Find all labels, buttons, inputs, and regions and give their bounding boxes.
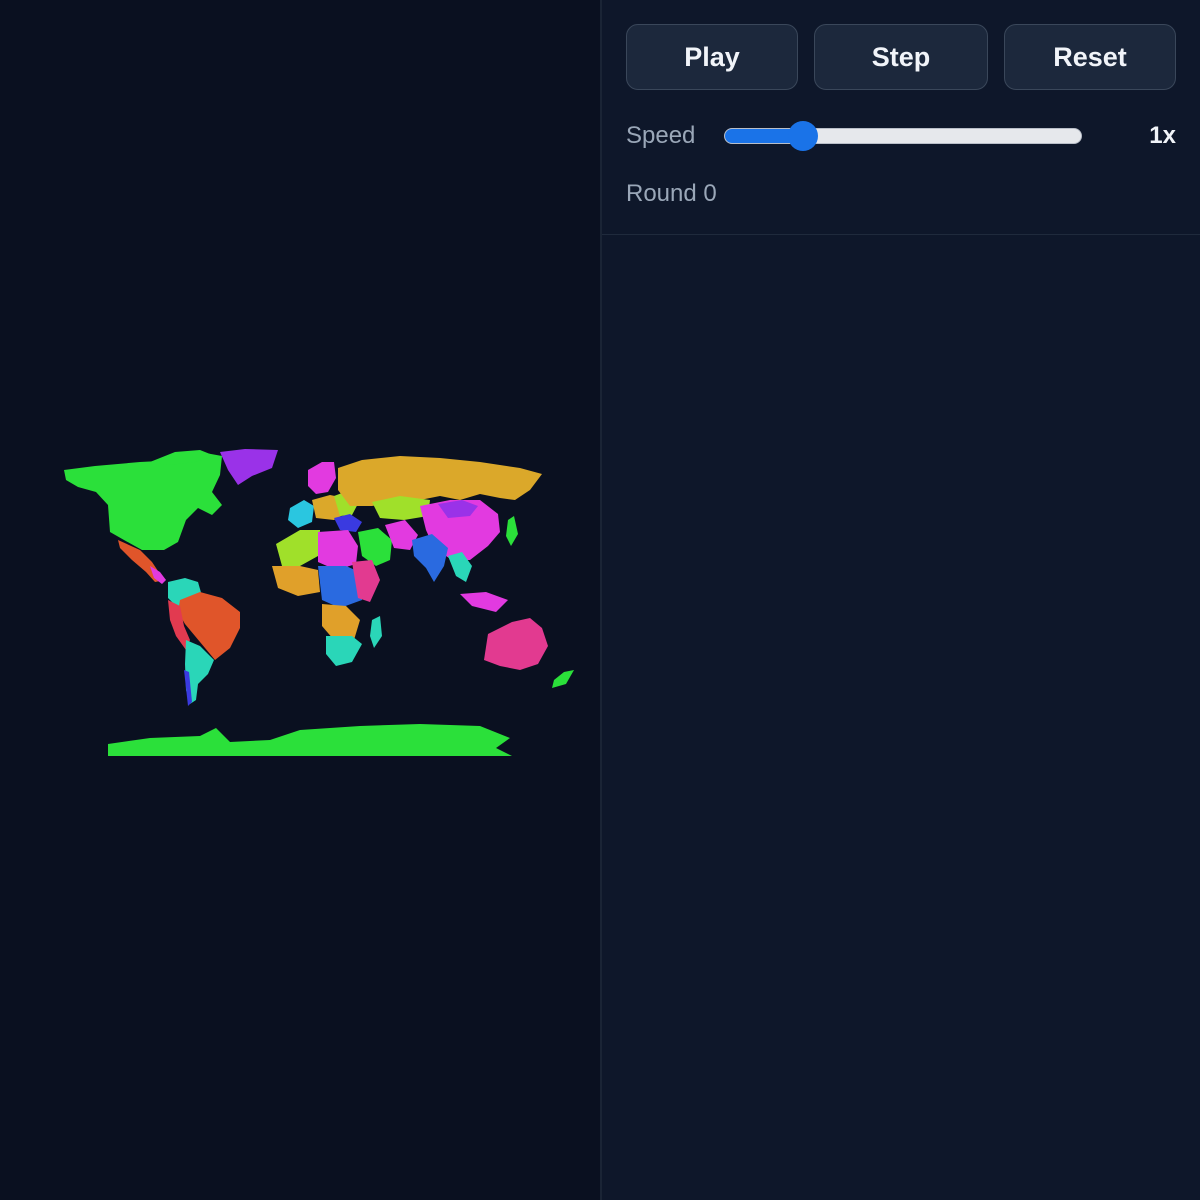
region-africa-sahara bbox=[318, 530, 358, 570]
region-madagascar bbox=[370, 616, 382, 648]
speed-value: 1x bbox=[1149, 122, 1176, 149]
speed-slider-thumb[interactable] bbox=[788, 121, 819, 151]
region-africa-west bbox=[272, 566, 320, 596]
region-russia bbox=[338, 456, 542, 506]
region-japan bbox=[506, 516, 518, 546]
region-africa-south-central bbox=[322, 604, 360, 640]
region-new-zealand bbox=[552, 670, 574, 688]
world-map-canvas bbox=[0, 0, 600, 1200]
control-panel: Play Step Reset Speed 1x Round 0 bbox=[602, 0, 1200, 1200]
region-antarctica bbox=[108, 724, 512, 756]
region-north-america bbox=[64, 452, 222, 550]
region-middle-east bbox=[358, 528, 392, 566]
reset-button[interactable]: Reset bbox=[1004, 24, 1176, 90]
region-australia bbox=[484, 618, 548, 670]
step-button[interactable]: Step bbox=[814, 24, 988, 90]
region-scandinavia bbox=[308, 462, 336, 494]
region-indonesia bbox=[460, 592, 508, 612]
region-europe-west bbox=[288, 500, 314, 528]
play-button[interactable]: Play bbox=[626, 24, 798, 90]
region-greenland bbox=[220, 449, 278, 485]
round-counter: Round 0 bbox=[626, 180, 717, 207]
speed-slider[interactable] bbox=[724, 121, 1082, 151]
speed-label: Speed bbox=[626, 122, 696, 149]
world-map bbox=[64, 449, 574, 756]
region-africa-northwest bbox=[276, 530, 320, 566]
region-africa-south bbox=[326, 636, 362, 666]
panel-separator bbox=[602, 234, 1200, 235]
